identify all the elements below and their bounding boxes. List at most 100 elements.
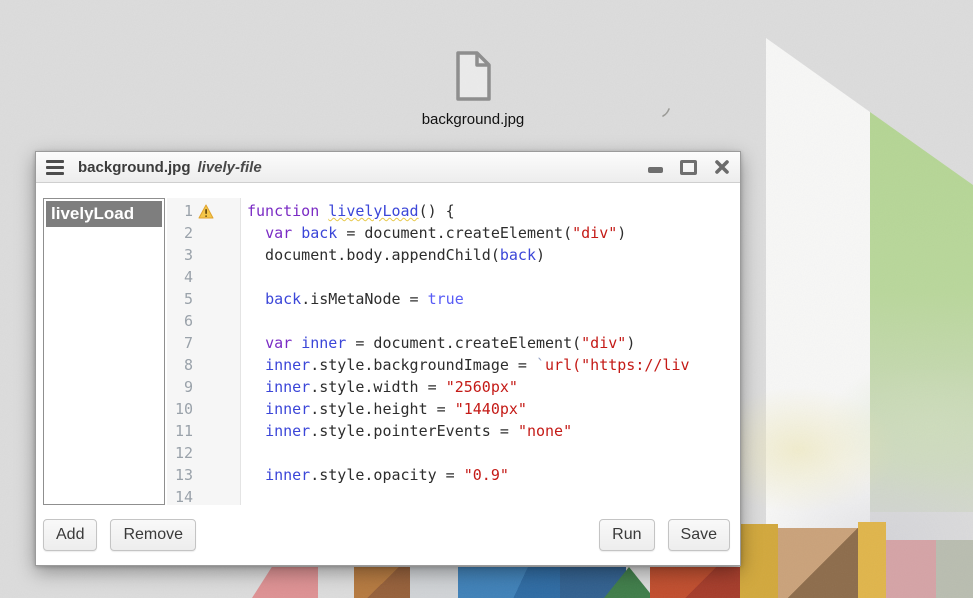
gutter-line-7: 7 — [167, 332, 240, 354]
token-pl: .style.pointerEvents = — [310, 422, 518, 440]
wallpaper-corner-gold2 — [858, 522, 886, 598]
token-pl: ) — [617, 224, 626, 242]
save-button[interactable]: Save — [668, 519, 730, 551]
code-line-8[interactable]: inner.style.backgroundImage = `url("http… — [247, 354, 740, 376]
token-pl: () { — [419, 202, 455, 220]
token-bool: true — [428, 290, 464, 308]
footer-right-buttons: Run Save — [599, 519, 730, 551]
token-str: "none" — [518, 422, 572, 440]
desktop-file-label: background.jpg — [398, 111, 548, 128]
gutter-line-13: 13 — [167, 464, 240, 486]
add-button[interactable]: Add — [43, 519, 97, 551]
minimize-button[interactable] — [648, 161, 663, 173]
code-line-3[interactable]: document.body.appendChild(back) — [247, 244, 740, 266]
token-pl — [292, 224, 301, 242]
code-line-6[interactable] — [247, 310, 740, 332]
wallpaper-corner-pink — [886, 540, 936, 598]
window-menu-icon[interactable] — [46, 160, 64, 175]
token-pl: .style.opacity = — [310, 466, 464, 484]
code-line-5[interactable]: back.isMetaNode = true — [247, 288, 740, 310]
wallpaper-scratch-mark — [660, 106, 674, 120]
token-id: inner — [265, 400, 310, 418]
code-line-10[interactable]: inner.style.height = "1440px" — [247, 398, 740, 420]
list-item-livelyLoad[interactable]: livelyLoad — [46, 201, 162, 227]
gutter-line-12: 12 — [167, 442, 240, 464]
code-line-9[interactable]: inner.style.width = "2560px" — [247, 376, 740, 398]
maximize-button[interactable] — [680, 160, 697, 175]
warning-icon — [198, 204, 214, 219]
token-pl: ) — [626, 334, 635, 352]
line-number: 12 — [167, 444, 193, 462]
token-warnid: livelyLoad — [328, 202, 418, 220]
token-pl: .style.height = — [310, 400, 455, 418]
line-number: 6 — [167, 312, 193, 330]
gutter-line-8: 8 — [167, 354, 240, 376]
desktop-file-background-jpg[interactable]: background.jpg — [398, 50, 548, 128]
code-line-14[interactable] — [247, 486, 740, 505]
code-line-11[interactable]: inner.style.pointerEvents = "none" — [247, 420, 740, 442]
token-str: "div" — [572, 224, 617, 242]
line-number: 4 — [167, 268, 193, 286]
token-id: inner — [265, 466, 310, 484]
wallpaper-strip-blue — [458, 567, 560, 598]
code-editor[interactable]: 1 2 3 4 5 6 7 8 9 1011 12 1314 function livelyLoad… — [167, 198, 740, 505]
window-title: background.jpg — [78, 159, 191, 176]
gutter-line-6: 6 — [167, 310, 240, 332]
gutter-line-14: 14 — [167, 486, 240, 505]
token-id: back — [301, 224, 337, 242]
gutter-line-4: 4 — [167, 266, 240, 288]
gutter-line-3: 3 — [167, 244, 240, 266]
gutter-line-11: 11 — [167, 420, 240, 442]
file-document-icon — [451, 50, 495, 102]
code-line-2[interactable]: var back = document.createElement("div") — [247, 222, 740, 244]
token-id: inner — [265, 356, 310, 374]
gutter-line-9: 9 — [167, 376, 240, 398]
run-button[interactable]: Run — [599, 519, 654, 551]
token-pl — [247, 290, 265, 308]
close-button[interactable] — [714, 159, 730, 175]
token-id: inner — [265, 422, 310, 440]
token-id: back — [265, 290, 301, 308]
wallpaper-strip-gray — [410, 567, 458, 598]
line-number: 2 — [167, 224, 193, 242]
token-str: "2560px" — [446, 378, 518, 396]
code-line-13[interactable]: inner.style.opacity = "0.9" — [247, 464, 740, 486]
line-number: 1 — [167, 202, 193, 220]
token-kw: var — [265, 334, 292, 352]
token-str: url("https://liv — [545, 356, 690, 374]
gutter-line-1: 1 — [167, 200, 240, 222]
line-number: 5 — [167, 290, 193, 308]
function-list: livelyLoad — [43, 198, 165, 505]
code-line-4[interactable] — [247, 266, 740, 288]
token-pl — [247, 466, 265, 484]
code-line-7[interactable]: var inner = document.createElement("div"… — [247, 332, 740, 354]
token-pl — [247, 378, 265, 396]
token-pl — [319, 202, 328, 220]
token-id: inner — [301, 334, 346, 352]
editor-code-area[interactable]: function livelyLoad() { var back = docum… — [241, 198, 740, 505]
token-pl — [247, 224, 265, 242]
code-line-12[interactable] — [247, 442, 740, 464]
token-pl: ) — [536, 246, 545, 264]
wallpaper-corner-sage — [936, 540, 973, 598]
token-pl: = document.createElement( — [337, 224, 572, 242]
editor-gutter: 1 2 3 4 5 6 7 8 9 1011 12 1314 — [167, 198, 241, 505]
footer-left-buttons: Add Remove — [43, 519, 196, 551]
maximize-icon — [680, 160, 697, 175]
line-number: 9 — [167, 378, 193, 396]
token-pl: .isMetaNode = — [301, 290, 427, 308]
gutter-line-10: 10 — [167, 398, 240, 420]
token-pl — [247, 356, 265, 374]
minimize-icon — [648, 167, 663, 173]
wallpaper-strip-brown — [354, 567, 412, 598]
token-str: "0.9" — [464, 466, 509, 484]
token-pl: .style.backgroundImage = — [310, 356, 536, 374]
token-str: "div" — [581, 334, 626, 352]
line-number: 8 — [167, 356, 193, 374]
code-line-1[interactable]: function livelyLoad() { — [247, 200, 740, 222]
line-number: 3 — [167, 246, 193, 264]
close-icon — [714, 159, 730, 175]
window-footer: Add Remove Run Save — [43, 517, 730, 553]
remove-button[interactable]: Remove — [110, 519, 196, 551]
window-titlebar[interactable]: background.jpg lively-file — [36, 152, 740, 183]
